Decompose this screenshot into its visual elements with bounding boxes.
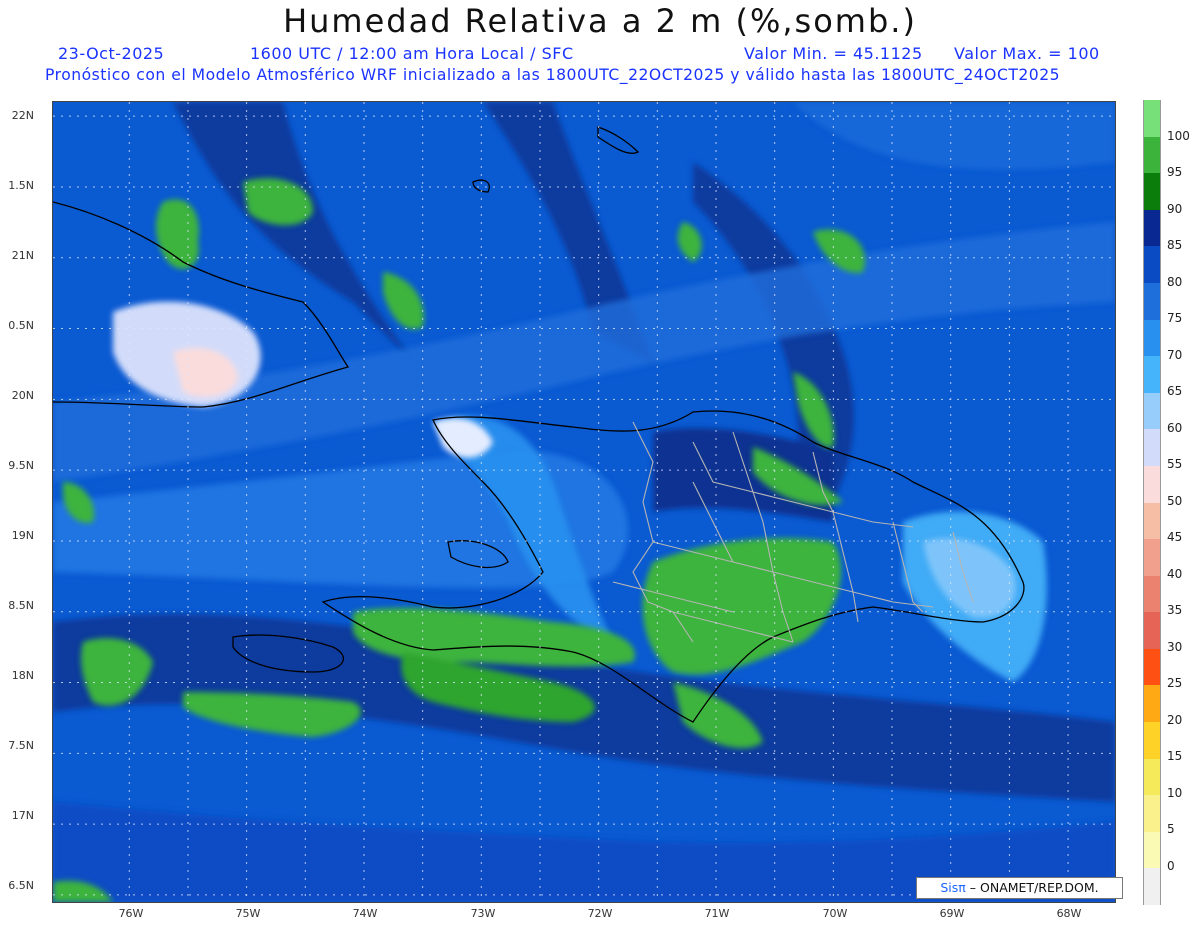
legend-label-70: 70 (1167, 348, 1183, 362)
legend-swatch (1143, 612, 1161, 650)
lon-label-69w: 69W (939, 907, 965, 920)
lon-label-73w: 73W (470, 907, 496, 920)
legend-swatch (1143, 868, 1161, 906)
lat-label-18n: 18N (11, 669, 34, 682)
lat-label-18-5n: 8.5N (8, 599, 34, 612)
legend-swatch (1143, 356, 1161, 394)
lon-label-68w: 68W (1056, 907, 1082, 920)
legend-swatch (1143, 282, 1161, 321)
legend-swatch (1143, 429, 1161, 467)
lon-label-70w: 70W (822, 907, 848, 920)
legend-label-0: 0 (1167, 859, 1175, 873)
lat-label-20-5n: 0.5N (8, 319, 34, 332)
humidity-map (52, 101, 1116, 903)
legend-label-60: 60 (1167, 421, 1183, 435)
legend-swatch (1143, 502, 1161, 540)
legend-label-15: 15 (1167, 749, 1183, 763)
organization-name: – ONAMET/REP.DOM. (969, 880, 1099, 895)
legend-label-100: 100 (1167, 129, 1190, 143)
lat-label-21-5n: 1.5N (8, 179, 34, 192)
legend-label-55: 55 (1167, 457, 1183, 471)
sis-logo-text: Sisπ (940, 880, 966, 895)
legend-swatch (1143, 246, 1161, 284)
legend-label-75: 75 (1167, 311, 1183, 325)
lat-label-17n: 17N (11, 809, 34, 822)
legend-label-5: 5 (1167, 822, 1175, 836)
legend-swatch (1143, 136, 1161, 174)
legend-swatch (1143, 173, 1161, 211)
lon-label-74w: 74W (352, 907, 378, 920)
lat-label-20n: 20N (11, 389, 34, 402)
legend-swatch (1143, 319, 1161, 357)
legend-swatch (1143, 758, 1161, 796)
legend-label-90: 90 (1167, 202, 1183, 216)
model-info: Pronóstico con el Modelo Atmosférico WRF… (45, 66, 1061, 84)
map-title: Humedad Relativa a 2 m (%,somb.) (283, 2, 917, 40)
lat-label-21n: 21N (11, 249, 34, 262)
forecast-date: 23-Oct-2025 (58, 44, 165, 63)
credit-box: Sisπ – ONAMET/REP.DOM. (916, 877, 1123, 899)
legend-swatch (1143, 539, 1161, 577)
lon-label-76w: 76W (118, 907, 144, 920)
legend-swatch (1143, 392, 1161, 430)
legend-swatch (1143, 831, 1161, 869)
legend-label-65: 65 (1167, 384, 1183, 398)
legend-label-10: 10 (1167, 786, 1183, 800)
lon-label-71w: 71W (704, 907, 730, 920)
color-legend (1143, 100, 1161, 906)
legend-swatch (1143, 722, 1161, 760)
legend-label-35: 35 (1167, 603, 1183, 617)
legend-swatch (1143, 465, 1161, 503)
lat-label-22n: 22N (11, 109, 34, 122)
legend-swatch (1143, 209, 1161, 247)
legend-swatch (1143, 685, 1161, 723)
lat-label-17-5n: 7.5N (8, 739, 34, 752)
legend-label-95: 95 (1167, 165, 1183, 179)
lon-label-72w: 72W (587, 907, 613, 920)
legend-label-45: 45 (1167, 530, 1183, 544)
lon-label-75w: 75W (235, 907, 261, 920)
min-value: Valor Min. = 45.1125 (744, 44, 923, 63)
legend-label-85: 85 (1167, 238, 1183, 252)
max-value: Valor Max. = 100 (954, 44, 1100, 63)
humidity-map-canvas (52, 102, 1115, 902)
legend-label-40: 40 (1167, 567, 1183, 581)
legend-swatch (1143, 795, 1161, 833)
legend-label-25: 25 (1167, 676, 1183, 690)
lat-label-19n: 19N (11, 529, 34, 542)
legend-label-50: 50 (1167, 494, 1183, 508)
legend-label-80: 80 (1167, 275, 1183, 289)
legend-swatch (1143, 100, 1161, 138)
forecast-time-info: 1600 UTC / 12:00 am Hora Local / SFC (250, 44, 574, 63)
lat-label-19-5n: 9.5N (8, 459, 34, 472)
lat-label-16-5n: 6.5N (8, 879, 34, 892)
legend-label-20: 20 (1167, 713, 1183, 727)
legend-swatch (1143, 648, 1161, 686)
legend-swatch (1143, 575, 1161, 613)
legend-label-30: 30 (1167, 640, 1183, 654)
